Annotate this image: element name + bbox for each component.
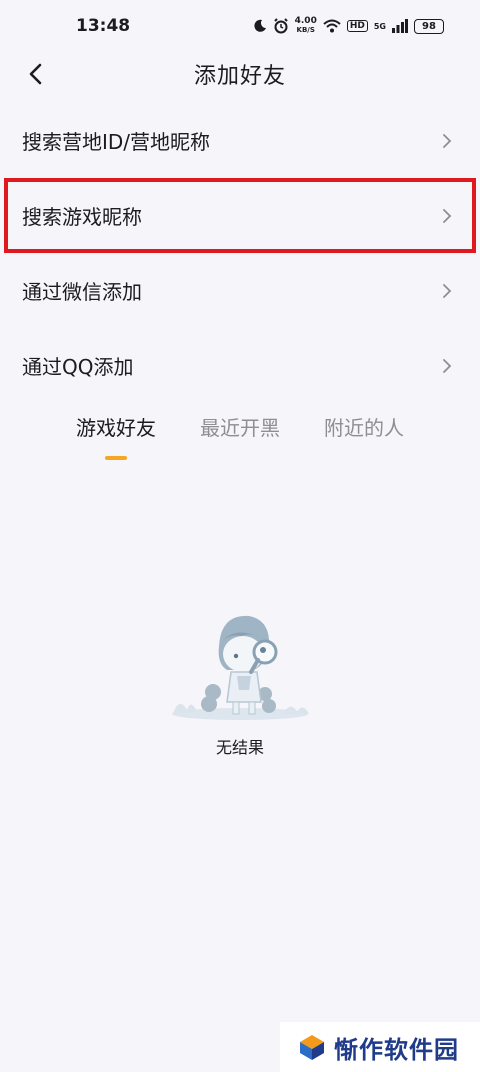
search-camp-id-item[interactable]: 搜索营地ID/营地昵称 (0, 103, 480, 178)
moon-icon (254, 19, 266, 32)
battery-icon: 98 (414, 18, 444, 34)
menu-item-label: 搜索游戏昵称 (22, 205, 142, 229)
watermark: 惭作软件园 (280, 1022, 480, 1072)
net-speed-unit: KB/S (296, 26, 315, 34)
empty-state-text: 无结果 (215, 738, 264, 757)
add-via-qq-item[interactable]: 通过QQ添加 (0, 328, 480, 403)
page-title: 添加好友 (193, 64, 286, 89)
hd-badge: HD (346, 20, 368, 32)
watermark-logo-icon (300, 1035, 324, 1060)
friend-tabs: 游戏好友 最近开黑 附近的人 (0, 412, 480, 464)
tab-indicator (105, 456, 127, 460)
chevron-left-icon (29, 63, 42, 85)
tab-label: 最近开黑 (200, 416, 280, 440)
tab-label: 附近的人 (324, 416, 404, 440)
add-via-wechat-item[interactable]: 通过微信添加 (0, 253, 480, 328)
add-friend-menu: 搜索营地ID/营地昵称 搜索游戏昵称 通过微信添加 通过QQ添加 (0, 103, 480, 403)
back-button[interactable] (20, 58, 52, 90)
battery-level: 98 (422, 20, 436, 32)
nav-bar: 添加好友 (0, 52, 480, 96)
chevron-right-icon (443, 283, 452, 298)
tab-nearby-people[interactable]: 附近的人 (324, 412, 404, 464)
watermark-text: 惭作软件园 (334, 1035, 459, 1064)
search-game-nickname-item[interactable]: 搜索游戏昵称 (4, 178, 476, 253)
status-icons: 4.00 KB/S HD 5G 98 (253, 17, 444, 35)
alarm-icon (273, 18, 288, 34)
wifi-icon (323, 19, 341, 33)
tab-game-friends[interactable]: 游戏好友 (76, 412, 156, 464)
status-bar: 13:48 4.00 KB/S HD 5G 98 (0, 0, 480, 52)
girl-with-magnifier-illustration (172, 615, 309, 720)
chevron-right-icon (443, 133, 452, 148)
signal-icon (392, 19, 408, 33)
empty-state: 无结果 (0, 610, 480, 758)
tab-recent-teammates[interactable]: 最近开黑 (200, 412, 280, 464)
menu-item-label: 通过QQ添加 (22, 355, 134, 379)
network-type: 5G (373, 21, 386, 31)
net-speed-value: 4.00 (294, 16, 317, 26)
status-time: 13:48 (76, 16, 131, 36)
chevron-right-icon (443, 208, 452, 223)
tab-label: 游戏好友 (76, 416, 156, 440)
menu-item-label: 通过微信添加 (22, 280, 142, 304)
chevron-right-icon (443, 358, 452, 373)
net-speed: 4.00 KB/S (295, 17, 317, 35)
menu-item-label: 搜索营地ID/营地昵称 (22, 130, 211, 154)
